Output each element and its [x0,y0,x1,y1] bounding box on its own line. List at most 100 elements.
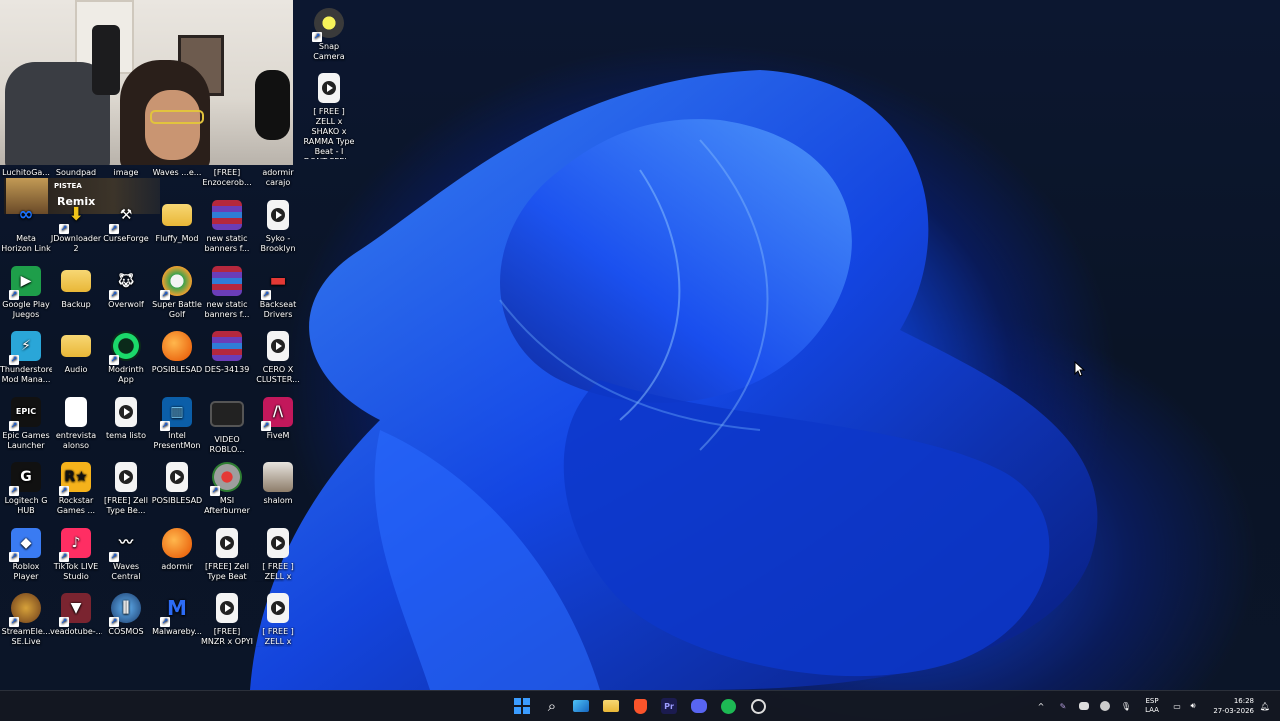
desktop-icon-zell-type-be[interactable]: [FREE] Zell Type Be... [100,462,152,516]
icon-label: Rockstar Games ... [56,496,96,515]
pen-icon: ✎ [1059,701,1067,711]
desktop-icon-thunderstore[interactable]: ⚡ Thunderstore Mod Mana... [0,331,52,385]
icon-label: Modrinth App [108,365,144,384]
tray-pen[interactable]: ✎ [1055,691,1071,721]
google-play-icon: ▶ [9,266,41,300]
icon-label: DES-34139 [204,365,250,374]
desktop-icon-tiktok[interactable]: ♪ TikTok LIVE Studio [50,528,102,582]
desktop-icon-image[interactable]: image [100,168,152,178]
desktop-icon-posiblesad-audio[interactable]: POSIBLESAD [151,462,203,506]
desktop-icon-tema-listo[interactable]: tema listo [100,397,152,441]
desktop-icon-adormir[interactable]: adormir [151,528,203,572]
language-switcher[interactable]: ESP LAA [1141,691,1163,721]
icon-label: LuchitoGa... [2,168,50,177]
desktop-icon-syko[interactable]: Syko - Brooklyn Bl... [252,200,304,254]
desktop-icon-video-roblox[interactable]: VIDEO ROBLO... [201,397,253,455]
winrar-icon [212,200,242,230]
desktop-icon-audio[interactable]: Audio [50,331,102,375]
network-status[interactable]: ▭ [1170,691,1184,721]
desktop-icon-fivem[interactable]: /\ FiveM [252,397,304,441]
discord-button[interactable] [687,694,711,718]
desktop-icon-malwarebytes[interactable]: M Malwareby... [151,593,203,637]
search-button[interactable]: ⌕ [540,694,564,718]
desktop-icon-shalom[interactable]: shalom [252,462,304,506]
desktop-icon-super-battle-golf[interactable]: Super Battle Golf [151,266,203,320]
webcam-overlay [0,0,293,165]
desktop-icon-fluffy-mod[interactable]: Fluffy_Mod [151,200,203,244]
tray-discord[interactable] [1076,691,1092,721]
icon-label: POSIBLESAD [151,365,203,374]
desktop-icon-static-banners-2[interactable]: new static banners f... [201,266,253,320]
desktop-icon-modrinth[interactable]: Modrinth App [100,331,152,385]
desktop-icon-entrevista[interactable]: entrevista alonso [50,397,102,451]
premiere-icon: Pr [661,698,677,714]
desktop-icon-overwolf[interactable]: 🐺︎ Overwolf [100,266,152,310]
tray-microphone[interactable]: 🎙︎ [1118,691,1134,721]
brave-icon [633,698,647,714]
audio-file-icon [267,593,289,623]
desktop-icon-waves[interactable]: Waves ...e... [151,168,203,178]
thunderstore-icon: ⚡ [9,331,41,365]
desktop-icon-soundpad[interactable]: Soundpad [50,168,102,178]
tray-steam[interactable] [1097,691,1113,721]
desktop-icon-zell-type-beat[interactable]: [FREE] Zell Type Beat -... [201,528,253,582]
desktop-icon-mnzr[interactable]: [FREE] MNZR x OPYI x ZU... [201,593,253,647]
desktop-icon-static-banners-1[interactable]: new static banners f... [201,200,253,254]
mouse-cursor [1074,361,1086,377]
video-icon [210,401,244,427]
desktop-icon-backseat-drivers[interactable]: ▬ Backseat Drivers [252,266,304,320]
premiere-button[interactable]: Pr [657,694,681,718]
desktop-icon-enzocerob[interactable]: [FREE] Enzocerob... [201,168,253,188]
document-icon [65,397,87,427]
audio-file-icon [216,528,238,558]
desktop-icon-veadotube[interactable]: ▼ veadotube-... [50,593,102,637]
clock[interactable]: 16:28 27-03-2026 [1204,691,1254,721]
desktop-icon-zell-salas[interactable]: [ FREE ] ZELL x SALAS FL... [252,593,304,647]
keyboard-layout: LAA [1145,706,1159,714]
desktop-icon-waves-central[interactable]: 〰 Waves Central [100,528,152,582]
fivem-icon: /\ [261,397,293,431]
show-hidden-icons[interactable]: ^ [1034,691,1048,721]
desktop-icon-logitech[interactable]: G Logitech G HUB [0,462,52,516]
icon-label: Overwolf [108,300,144,309]
desktop-icon-snap-camera[interactable]: Snap Camera [303,8,355,62]
volume-control[interactable]: 🔊︎ [1186,691,1200,721]
desktop-icon-posiblesad-fl[interactable]: POSIBLESAD [151,331,203,375]
icon-label: [FREE] Zell Type Be... [104,496,148,515]
chevron-up-icon: ^ [1037,701,1045,711]
desktop-icon-roblox[interactable]: ◆ Roblox Player [0,528,52,582]
audio-file-icon [267,331,289,361]
desktop-icon-rockstar[interactable]: R★ Rockstar Games ... [50,462,102,516]
audio-file-icon [267,528,289,558]
icon-label: adormir [161,562,193,571]
icon-label: CERO X CLUSTER... [256,365,300,384]
desktop: Snap Camera [ FREE ] ZELL x SHAKO x RAMM… [0,0,1280,690]
desktop-icon-epic-games[interactable]: EPIC Epic Games Launcher [0,397,52,451]
desktop-icon-backup[interactable]: Backup [50,266,102,310]
desktop-icon-adormir-carajo[interactable]: adormir carajo [252,168,304,188]
file-explorer-button[interactable] [599,694,623,718]
steam-icon [1100,701,1110,711]
desktop-icon-cosmos[interactable]: ⫼ COSMOS [100,593,152,637]
desktop-icon-zell-blagh[interactable]: [ FREE ] ZELL x BLAGH x ... [252,528,304,582]
malwarebytes-icon: M [160,593,192,627]
desktop-icon-meta-horizon[interactable]: ∞ Meta Horizon Link [0,200,52,254]
desktop-icon-curseforge[interactable]: ⚒ CurseForge [100,200,152,244]
gallery-button[interactable] [569,694,593,718]
desktop-icon-luchito[interactable]: LuchitoGa... [0,168,52,178]
desktop-icon-streamelements[interactable]: StreamEle... SE.Live [0,593,52,647]
desktop-icon-zell-beat[interactable]: [ FREE ] ZELL x SHAKO x RAMMA Type Beat … [303,73,355,165]
notifications-button[interactable]: 🔔︎ [1258,691,1272,721]
brave-button[interactable] [628,694,652,718]
icon-label: MSI Afterburner [204,496,250,515]
guitar [255,70,290,140]
obs-button[interactable] [746,694,770,718]
start-button[interactable] [510,694,534,718]
desktop-icon-cero-cluster[interactable]: CERO X CLUSTER... [252,331,304,385]
spotify-button[interactable] [716,694,740,718]
desktop-icon-jdownloader[interactable]: ⬇ JDownloader 2 [50,200,102,254]
desktop-icon-msi-afterburner[interactable]: MSI Afterburner [201,462,253,516]
desktop-icon-des-34139[interactable]: DES-34139 [201,331,253,375]
desktop-icon-intel-presentmon[interactable]: ▥ Intel PresentMon [151,397,203,451]
desktop-icon-google-play[interactable]: ▶ Google Play Juegos [0,266,52,320]
